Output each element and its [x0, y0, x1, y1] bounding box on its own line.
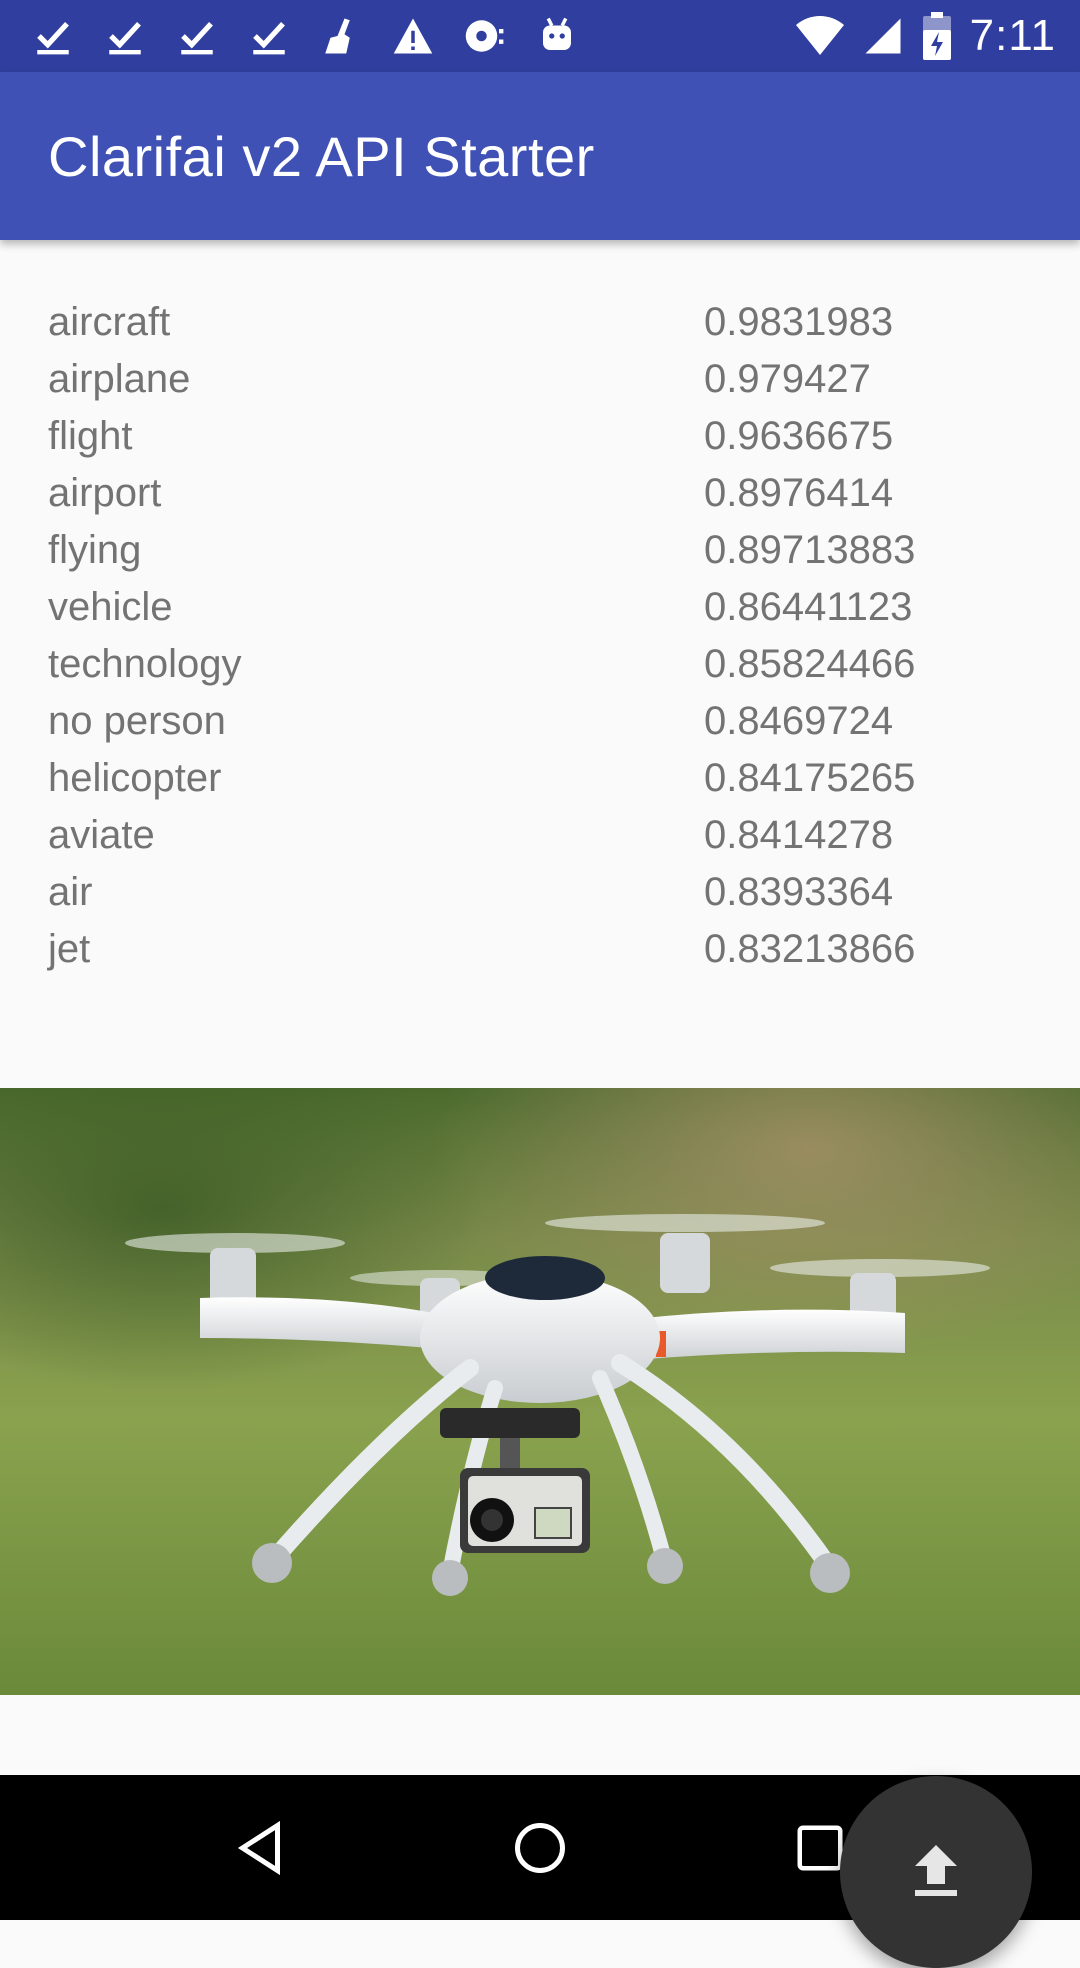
- score-value: 0.84175265: [704, 756, 916, 800]
- upload-button[interactable]: [840, 1776, 1032, 1968]
- system-icons: 7:11: [795, 11, 1056, 61]
- concept-label: technology: [48, 642, 242, 686]
- warning-icon: [393, 18, 433, 54]
- app-bar: Clarifai v2 API Starter: [0, 72, 1080, 240]
- result-row: no person 0.8469724: [48, 693, 1038, 750]
- wifi-icon: [795, 16, 844, 55]
- back-icon: [237, 1820, 280, 1875]
- concept-label: vehicle: [48, 585, 173, 629]
- results-list: aircraft 0.9831983 airplane 0.979427 fli…: [48, 294, 1038, 978]
- result-row: aviate 0.8414278: [48, 807, 1038, 864]
- android-icon: [543, 17, 571, 50]
- score-value: 0.9636675: [704, 414, 894, 458]
- score-value: 0.85824466: [704, 642, 916, 686]
- score-value: 0.83213866: [704, 927, 916, 971]
- home-button[interactable]: [495, 1803, 585, 1893]
- upload-icon: [915, 1845, 957, 1896]
- check-icon: [253, 21, 285, 55]
- concept-label: helicopter: [48, 756, 222, 800]
- score-value: 0.9831983: [704, 300, 894, 344]
- recents-icon: [797, 1825, 843, 1870]
- result-row: jet 0.83213866: [48, 921, 1038, 978]
- check-icon: [109, 21, 141, 55]
- result-row: technology 0.85824466: [48, 636, 1038, 693]
- concept-label: airplane: [48, 357, 191, 401]
- concept-label: jet: [48, 927, 91, 971]
- result-row: airport 0.8976414: [48, 465, 1038, 522]
- result-row: flight 0.9636675: [48, 408, 1038, 465]
- result-row: aircraft 0.9831983: [48, 294, 1038, 351]
- score-value: 0.86441123: [704, 585, 913, 629]
- result-row: vehicle 0.86441123: [48, 579, 1038, 636]
- concept-label: flying: [48, 528, 142, 572]
- score-value: 0.979427: [704, 357, 871, 401]
- score-value: 0.8393364: [704, 870, 894, 914]
- concept-label: flight: [48, 414, 133, 458]
- concept-label: aviate: [48, 813, 155, 857]
- clock: 7:11: [969, 11, 1056, 60]
- analyzed-image: [0, 1088, 1080, 1695]
- score-value: 0.8469724: [704, 699, 894, 743]
- concept-label: no person: [48, 699, 226, 743]
- disc-icon: [465, 20, 504, 52]
- check-icon: [181, 21, 213, 55]
- score-value: 0.8414278: [704, 813, 894, 857]
- drone-photo: [0, 1088, 1080, 1695]
- cleaner-icon: [325, 18, 350, 54]
- concept-label: airport: [48, 471, 162, 515]
- result-row: airplane 0.979427: [48, 351, 1038, 408]
- battery-icon: [922, 12, 951, 60]
- score-value: 0.89713883: [704, 528, 916, 572]
- concept-label: air: [48, 870, 93, 914]
- content-area: aircraft 0.9831983 airplane 0.979427 fli…: [0, 240, 1080, 1968]
- score-value: 0.8976414: [704, 471, 894, 515]
- app-title: Clarifai v2 API Starter: [48, 124, 595, 188]
- concept-label: aircraft: [48, 300, 171, 344]
- signal-icon: [865, 18, 901, 54]
- result-row: flying 0.89713883: [48, 522, 1038, 579]
- notification-icons: [32, 15, 578, 57]
- check-icon: [37, 21, 69, 55]
- back-button[interactable]: [215, 1803, 305, 1893]
- home-icon: [515, 1822, 565, 1873]
- result-row: air 0.8393364: [48, 864, 1038, 921]
- status-bar: 7:11: [0, 0, 1080, 72]
- result-row: helicopter 0.84175265: [48, 750, 1038, 807]
